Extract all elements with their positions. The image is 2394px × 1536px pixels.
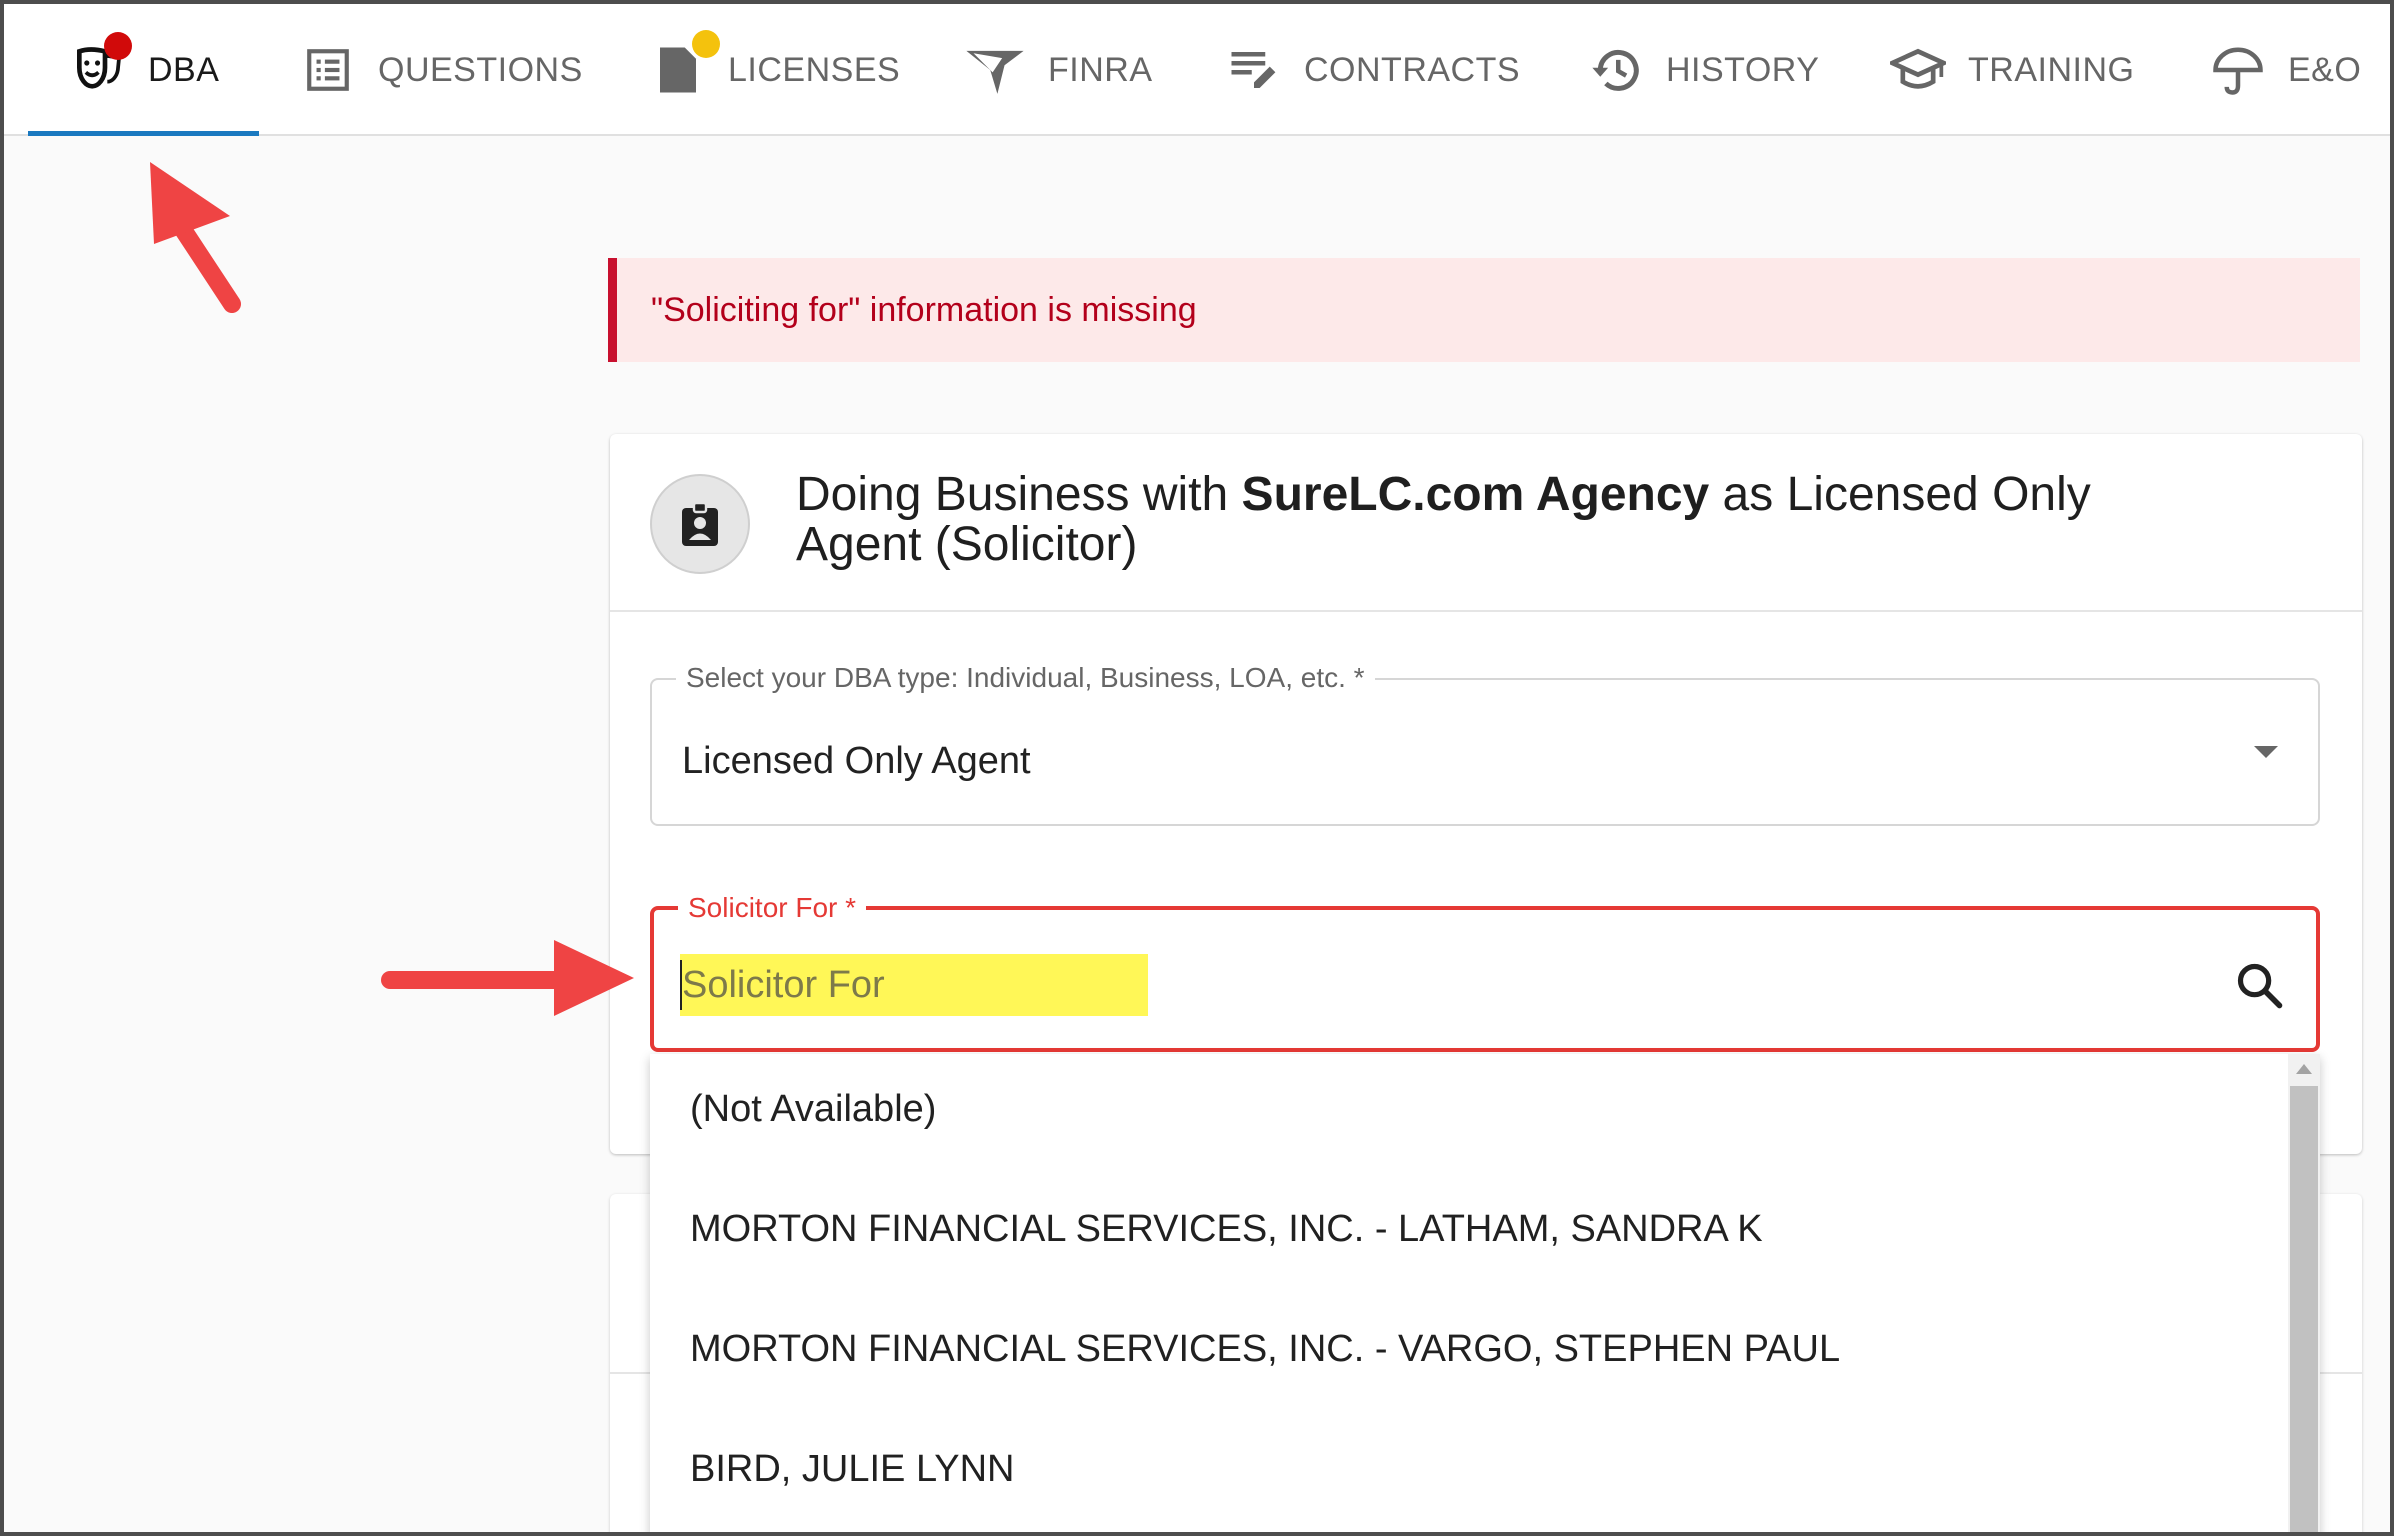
option-not-available[interactable]: (Not Available) (690, 1088, 936, 1131)
tab-history[interactable]: HISTORY (1588, 4, 1819, 136)
edit-list-icon (1226, 42, 1282, 98)
tab-label: HISTORY (1666, 50, 1820, 89)
tab-label: CONTRACTS (1304, 50, 1521, 89)
tab-contracts[interactable]: CONTRACTS (1226, 4, 1520, 136)
options-scrollbar[interactable] (2288, 1054, 2320, 1532)
theater-mask-icon (70, 32, 132, 98)
option-bird-julie[interactable]: BIRD, JULIE LYNN (690, 1448, 1014, 1491)
notification-badge-yellow (692, 30, 720, 58)
list-icon (300, 42, 356, 98)
tab-label: TRAINING (1968, 50, 2135, 89)
card-header: Doing Business with SureLC.com Agency as… (610, 434, 2362, 612)
chevron-down-icon[interactable] (2254, 746, 2278, 758)
search-icon[interactable] (2234, 960, 2286, 1012)
card-title: Doing Business with SureLC.com Agency as… (796, 470, 2196, 570)
agency-name: SureLC.com Agency (1241, 468, 1710, 521)
id-badge-icon (650, 474, 750, 574)
tab-eo[interactable]: E&O (2210, 4, 2361, 136)
solicitor-for-input[interactable] (680, 954, 1148, 1016)
option-morton-vargo[interactable]: MORTON FINANCIAL SERVICES, INC. - VARGO,… (690, 1328, 1840, 1371)
scroll-up-icon[interactable] (2296, 1064, 2312, 1074)
arrow-to-solicitor-field (381, 940, 634, 1016)
dba-type-value: Licensed Only Agent (682, 740, 1031, 782)
tab-label: FINRA (1048, 50, 1153, 89)
scroll-thumb[interactable] (2290, 1086, 2318, 1532)
top-nav: DBA QUESTIONS LICENSES FINRA CONTRACTS H… (4, 4, 2390, 136)
tab-label: LICENSES (728, 50, 901, 89)
document-icon (650, 30, 720, 98)
finra-logo-icon (964, 42, 1026, 98)
solicitor-for-label: Solicitor For * (678, 892, 867, 924)
arrow-to-dba-tab (150, 162, 241, 313)
dba-type-select[interactable]: Select your DBA type: Individual, Busine… (650, 662, 2320, 826)
alert-message: "Soliciting for" information is missing (651, 290, 1197, 329)
app-frame: DBA QUESTIONS LICENSES FINRA CONTRACTS H… (0, 0, 2394, 1536)
history-icon (1588, 42, 1644, 98)
tab-label: DBA (148, 50, 220, 89)
missing-info-alert: "Soliciting for" information is missing (608, 258, 2360, 362)
option-morton-latham[interactable]: MORTON FINANCIAL SERVICES, INC. - LATHAM… (690, 1208, 1763, 1251)
graduation-cap-icon (1890, 42, 1946, 98)
tab-label: QUESTIONS (378, 50, 583, 89)
text-cursor (680, 960, 682, 1010)
tab-finra[interactable]: FINRA (964, 4, 1153, 136)
solicitor-for-field[interactable]: Solicitor For * (650, 892, 2320, 1052)
tab-training[interactable]: TRAINING (1890, 4, 2134, 136)
title-prefix: Doing Business with (796, 468, 1242, 521)
dba-type-label: Select your DBA type: Individual, Busine… (676, 662, 1375, 694)
tab-label: E&O (2288, 50, 2362, 89)
umbrella-icon (2210, 42, 2266, 98)
tab-dba[interactable]: DBA (27, 4, 260, 136)
notification-badge-red (104, 32, 132, 60)
tab-licenses[interactable]: LICENSES (650, 4, 900, 136)
solicitor-options-list: (Not Available) MORTON FINANCIAL SERVICE… (650, 1054, 2320, 1532)
tab-questions[interactable]: QUESTIONS (300, 4, 583, 136)
